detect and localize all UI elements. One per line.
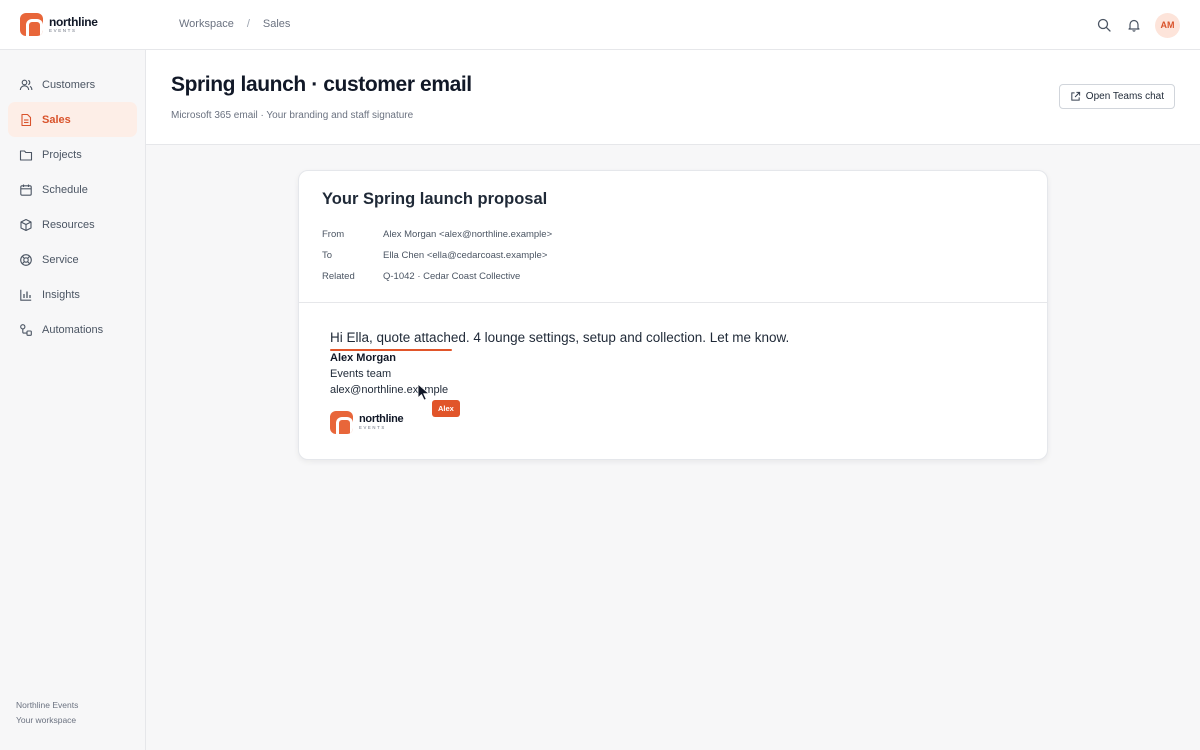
users-icon: [19, 78, 33, 92]
collaborator-cursor-label: Alex: [432, 400, 460, 417]
sidebar-item-label: Automations: [42, 323, 104, 336]
external-link-icon: [1070, 91, 1081, 102]
signature-name: Alex Morgan: [330, 352, 397, 364]
signature-email: alex@northline.example: [330, 384, 449, 396]
sidebar-item-resources[interactable]: Resources: [8, 207, 137, 242]
northline-logo-icon: [330, 411, 353, 434]
to-label: To: [322, 250, 333, 261]
breadcrumb: Workspace / Sales: [179, 18, 290, 30]
email-header: Your Spring launch proposal From Alex Mo…: [299, 171, 1047, 303]
sidebar-item-label: Projects: [42, 148, 82, 161]
sidebar-item-label: Insights: [42, 288, 80, 301]
org-name: Northline Events: [16, 700, 79, 710]
northline-logo-icon: [20, 13, 43, 36]
email-related-row: Related Q-1042 · Cedar Coast Collective: [322, 266, 552, 287]
from-value: Alex Morgan <alex@northline.example>: [383, 229, 553, 240]
sidebar-item-service[interactable]: Service: [8, 242, 137, 277]
sidebar-item-label: Resources: [42, 218, 95, 231]
calendar-icon: [19, 183, 33, 197]
mouse-cursor-icon: [417, 383, 430, 401]
sidebar-item-label: Sales: [42, 113, 71, 126]
sidebar-item-automations[interactable]: Automations: [8, 312, 137, 347]
top-bar: northline EVENTS Workspace / Sales AM: [0, 0, 1200, 50]
signature-logo: northline EVENTS: [330, 411, 404, 434]
sidebar-footer: Northline Events Your workspace: [16, 698, 78, 728]
sidebar-item-schedule[interactable]: Schedule: [8, 172, 137, 207]
sidebar-item-customers[interactable]: Customers: [8, 67, 137, 102]
notifications-button[interactable]: [1121, 12, 1147, 38]
email-to-row: To Ella Chen <ella@cedarcoast.example>: [322, 245, 552, 266]
search-button[interactable]: [1091, 12, 1117, 38]
to-value: Ella Chen <ella@cedarcoast.example>: [383, 250, 548, 261]
sidebar-item-insights[interactable]: Insights: [8, 277, 137, 312]
breadcrumb-sales[interactable]: Sales: [263, 18, 291, 30]
page-title: Spring launch · customer email: [171, 73, 472, 96]
email-body-text[interactable]: Hi Ella, quote attached. 4 lounge settin…: [330, 330, 789, 345]
top-actions: AM: [1087, 12, 1180, 38]
sidebar: Customers Sales Projects Schedule Resour…: [0, 50, 146, 750]
email-meta: From Alex Morgan <alex@northline.example…: [322, 224, 552, 287]
signature-logo-sub: EVENTS: [359, 425, 386, 431]
email-from-row: From Alex Morgan <alex@northline.example…: [322, 224, 552, 245]
page-subtitle: Microsoft 365 email · Your branding and …: [171, 110, 414, 121]
breadcrumb-workspace[interactable]: Workspace: [179, 18, 234, 30]
related-value[interactable]: Q-1042 · Cedar Coast Collective: [383, 271, 520, 282]
user-avatar[interactable]: AM: [1155, 12, 1180, 38]
sidebar-nav: Customers Sales Projects Schedule Resour…: [0, 50, 145, 347]
related-label: Related: [322, 271, 355, 282]
bar-chart-icon: [19, 288, 33, 302]
sidebar-item-sales[interactable]: Sales: [8, 102, 137, 137]
signature-team: Events team: [330, 368, 392, 380]
sidebar-item-label: Service: [42, 253, 79, 266]
brand-name: northline: [49, 14, 98, 29]
spellcheck-underline: [330, 349, 452, 351]
page-header: Spring launch · customer email Microsoft…: [146, 50, 1200, 145]
breadcrumb-separator: /: [246, 18, 250, 30]
open-teams-chat-button[interactable]: Open Teams chat: [1058, 84, 1175, 109]
search-icon: [1097, 18, 1111, 32]
sidebar-item-projects[interactable]: Projects: [8, 137, 137, 172]
open-teams-chat-label: Open Teams chat: [1085, 91, 1164, 102]
brand-logo[interactable]: northline EVENTS: [20, 13, 98, 36]
document-icon: [19, 113, 33, 127]
workflow-icon: [19, 323, 33, 337]
email-subject: Your Spring launch proposal: [322, 190, 548, 208]
sidebar-item-label: Schedule: [42, 183, 88, 196]
folder-icon: [19, 148, 33, 162]
sidebar-item-label: Customers: [42, 78, 96, 91]
email-preview-card: Your Spring launch proposal From Alex Mo…: [298, 170, 1048, 460]
workspace-name: Your workspace: [16, 715, 77, 725]
from-label: From: [322, 229, 345, 240]
lifebuoy-icon: [19, 253, 33, 267]
box-icon: [19, 218, 33, 232]
brand-sub: EVENTS: [49, 27, 77, 33]
signature-logo-name: northline: [359, 413, 404, 426]
bell-icon: [1128, 19, 1140, 32]
